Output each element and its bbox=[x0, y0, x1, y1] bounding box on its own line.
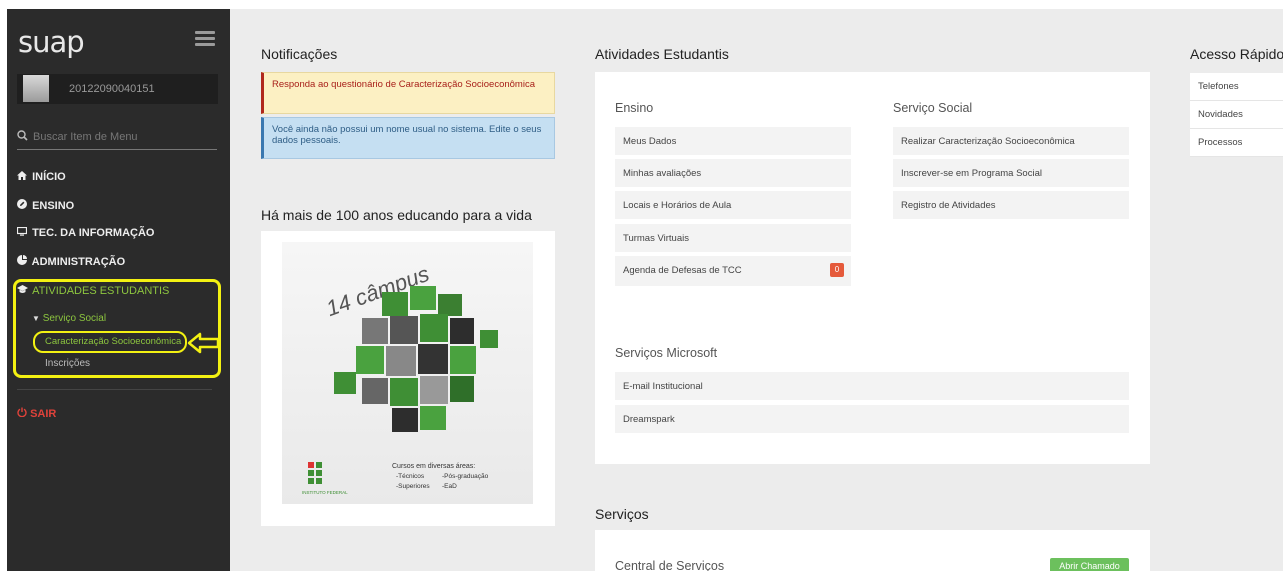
divider bbox=[17, 389, 212, 390]
atividades-title: Atividades Estudantis bbox=[595, 46, 729, 62]
servico-social-section-title: Serviço Social bbox=[893, 101, 973, 115]
ensino-section-title: Ensino bbox=[615, 101, 654, 115]
hamburger-menu-icon[interactable] bbox=[195, 31, 215, 47]
link-inscrever-programa[interactable]: Inscrever-se em Programa Social bbox=[893, 159, 1129, 187]
user-id: 20122090040151 bbox=[69, 83, 155, 95]
promo-card: 14 câmpus INSTITUTO FEDERAL Cursos em di… bbox=[261, 231, 555, 526]
servicos-title: Serviços bbox=[595, 506, 649, 522]
app-logo[interactable]: suap bbox=[18, 25, 85, 59]
abrir-chamado-button[interactable]: Abrir Chamado bbox=[1050, 558, 1129, 571]
link-registro-atividades[interactable]: Registro de Atividades bbox=[893, 191, 1129, 219]
course-ead: -EaD bbox=[442, 483, 457, 490]
alert-info[interactable]: Você ainda não possui um nome usual no s… bbox=[261, 117, 555, 159]
course-tecnicos: -Técnicos bbox=[396, 473, 425, 480]
quick-link-novidades[interactable]: Novidades bbox=[1190, 101, 1283, 129]
sidebar: suap 20122090040151 INÍCIO ENSINO TEC. D… bbox=[7, 9, 230, 571]
link-dreamspark[interactable]: Dreamspark bbox=[615, 405, 1129, 433]
link-meus-dados[interactable]: Meus Dados bbox=[615, 127, 851, 155]
link-locais-horarios[interactable]: Locais e Horários de Aula bbox=[615, 191, 851, 219]
nav-item-inicio[interactable]: INÍCIO bbox=[17, 171, 66, 183]
count-badge: 0 bbox=[830, 263, 844, 277]
avatar bbox=[23, 75, 49, 102]
home-icon bbox=[17, 171, 29, 183]
atividades-card: Ensino Meus Dados Minhas avaliações Loca… bbox=[595, 72, 1150, 464]
nav-item-label: ADMINISTRAÇÃO bbox=[31, 256, 126, 268]
search-icon bbox=[17, 130, 28, 144]
notifications-title: Notificações bbox=[261, 46, 338, 62]
arrow-left-annotation-icon bbox=[187, 332, 221, 354]
nav-item-label: INÍCIO bbox=[32, 171, 66, 183]
central-servicos-title: Central de Serviços bbox=[615, 559, 725, 571]
user-profile[interactable]: 20122090040151 bbox=[17, 74, 218, 104]
acesso-rapido-title: Acesso Rápido bbox=[1190, 46, 1283, 62]
courses-heading: Cursos em diversas áreas: bbox=[392, 463, 475, 470]
nav-item-label: ATIVIDADES ESTUDANTIS bbox=[32, 285, 170, 297]
submenu-item-inscricoes[interactable]: Inscrições bbox=[45, 358, 90, 369]
main-content: Notificações Responda ao questionário de… bbox=[230, 9, 1283, 571]
chevron-down-icon: ▼ bbox=[32, 314, 40, 323]
link-label: Agenda de Defesas de TCC bbox=[623, 265, 742, 276]
pencil-icon bbox=[17, 199, 29, 212]
quick-link-processos[interactable]: Processos bbox=[1190, 129, 1283, 157]
logout-label: SAIR bbox=[30, 408, 57, 420]
nav-item-label: TEC. DA INFORMAÇÃO bbox=[32, 227, 155, 239]
menu-search bbox=[17, 126, 217, 150]
power-icon bbox=[17, 407, 30, 420]
nav-item-label: ENSINO bbox=[32, 200, 75, 212]
microsoft-section-title: Serviços Microsoft bbox=[615, 346, 718, 360]
institute-text: INSTITUTO FEDERAL bbox=[302, 490, 348, 495]
course-superiores: -Superiores bbox=[396, 483, 430, 490]
submenu-group-label: Serviço Social bbox=[42, 313, 107, 324]
nav-item-tec-informacao[interactable]: TEC. DA INFORMAÇÃO bbox=[16, 226, 155, 239]
submenu-item-caracterizacao[interactable]: Caracterização Socioeconômica bbox=[33, 331, 187, 353]
quick-link-telefones[interactable]: Telefones bbox=[1190, 73, 1283, 101]
link-minhas-avaliacoes[interactable]: Minhas avaliações bbox=[615, 159, 851, 187]
promo-title: Há mais de 100 anos educando para a vida bbox=[261, 207, 532, 223]
nav-item-ensino[interactable]: ENSINO bbox=[17, 199, 74, 212]
link-agenda-defesas[interactable]: Agenda de Defesas de TCC 0 bbox=[615, 256, 851, 286]
submenu-servico-social[interactable]: ▼ Serviço Social bbox=[32, 313, 106, 324]
search-input[interactable] bbox=[33, 128, 213, 146]
link-realizar-caracterizacao[interactable]: Realizar Caracterização Socioeconômica bbox=[893, 127, 1129, 155]
course-pos-graduacao: -Pós-graduação bbox=[442, 473, 489, 480]
link-turmas-virtuais[interactable]: Turmas Virtuais bbox=[615, 224, 851, 252]
graduation-cap-icon bbox=[17, 285, 29, 297]
logout-button[interactable]: SAIR bbox=[17, 407, 56, 420]
monitor-icon bbox=[16, 226, 29, 239]
pie-chart-icon bbox=[17, 255, 29, 268]
alert-warning[interactable]: Responda ao questionário de Caracterizaç… bbox=[261, 72, 555, 114]
promo-image: 14 câmpus INSTITUTO FEDERAL Cursos em di… bbox=[282, 242, 533, 504]
link-email-institucional[interactable]: E-mail Institucional bbox=[615, 372, 1129, 400]
nav-item-atividades-estudantis[interactable]: ATIVIDADES ESTUDANTIS bbox=[17, 285, 169, 297]
top-frame bbox=[0, 0, 1283, 8]
cube-illustration-icon: 14 câmpus INSTITUTO FEDERAL Cursos em di… bbox=[302, 261, 498, 495]
nav-item-administracao[interactable]: ADMINISTRAÇÃO bbox=[17, 255, 125, 268]
acesso-rapido-list: Telefones Novidades Processos bbox=[1190, 73, 1283, 157]
